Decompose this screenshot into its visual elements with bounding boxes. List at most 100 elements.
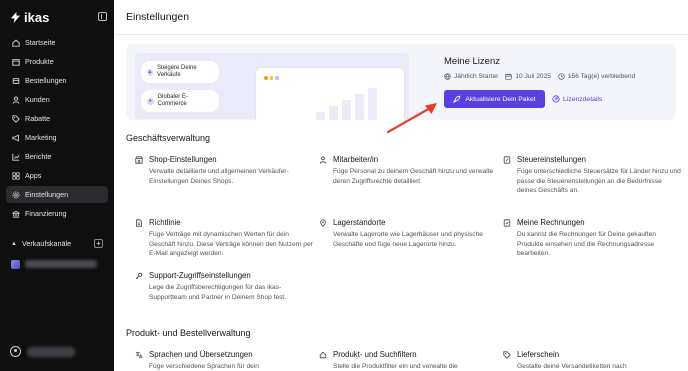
user-name-redacted bbox=[27, 346, 75, 357]
item-title: Shop-Einstellungen bbox=[149, 155, 217, 164]
rocket-circle-icon bbox=[552, 95, 560, 103]
chip-label: Globaler E-Commerce bbox=[157, 94, 188, 107]
sidebar-item-berichte[interactable]: Berichte bbox=[6, 148, 108, 165]
main-content: Einstellungen ▲ Steigere Deine Verkäufe … bbox=[114, 0, 688, 371]
user-profile[interactable] bbox=[10, 346, 75, 357]
item-description: Lege die Zugriffsberechtigungen für das … bbox=[149, 284, 287, 301]
sidebar-item-einstellungen[interactable]: Einstellungen bbox=[6, 186, 108, 203]
item-description: Füge Verträge mit dynamischen Werten für… bbox=[149, 231, 313, 257]
sidebar: ikas Startseite Produkte Bestellungen Ku… bbox=[0, 0, 114, 371]
sidebar-item-label: Berichte bbox=[25, 152, 52, 161]
person-icon bbox=[318, 155, 327, 164]
sidebar-item-label: Apps bbox=[25, 171, 42, 180]
chevron-up-icon: ▲ bbox=[11, 240, 17, 247]
tag-icon bbox=[502, 350, 511, 359]
settings-item-languages[interactable]: Sprachen und Übersetzungen Füge verschie… bbox=[134, 350, 314, 371]
document-icon bbox=[134, 218, 143, 227]
feature-chip: ▲ Steigere Deine Verkäufe bbox=[141, 61, 219, 83]
item-title: Sprachen und Übersetzungen bbox=[149, 350, 253, 359]
sidebar-item-label: Bestellungen bbox=[25, 76, 67, 85]
item-title: Meine Rechnungen bbox=[517, 218, 585, 227]
gear-icon bbox=[12, 191, 20, 199]
chart-icon bbox=[12, 153, 20, 161]
settings-item-staff[interactable]: Mitarbeiter/in Füge Personal zu deinem G… bbox=[318, 155, 498, 186]
sales-channel-item[interactable] bbox=[11, 259, 101, 269]
sidebar-item-finanzierung[interactable]: Finanzierung bbox=[6, 205, 108, 222]
license-plan: Jährlich Starter bbox=[454, 73, 499, 80]
item-description: Verwalte detaillierte und allgemeinen Ve… bbox=[149, 168, 289, 185]
sidebar-item-label: Einstellungen bbox=[25, 190, 69, 199]
settings-item-filters[interactable]: Produkt- und Suchfiltern Stelle die Prod… bbox=[318, 350, 498, 371]
item-title: Steuereinstellungen bbox=[517, 155, 586, 164]
settings-item-shop[interactable]: Shop-Einstellungen Verwalte detaillierte… bbox=[134, 155, 314, 186]
location-pin-icon bbox=[318, 218, 327, 227]
item-title: Support-Zugriffseinstellungen bbox=[149, 271, 251, 280]
sales-channels-toggle[interactable]: ▲ Verkaufskanäle bbox=[11, 239, 71, 248]
red-arrow-annotation bbox=[386, 103, 437, 134]
item-description: Gestalte deine Versandetiketten nach bbox=[517, 363, 627, 370]
chip-label: Steigere Deine Verkäufe bbox=[157, 65, 197, 78]
apps-icon bbox=[12, 171, 20, 180]
section-title: Produkt- und Bestellverwaltung bbox=[126, 328, 251, 338]
license-title: Meine Lizenz bbox=[444, 56, 500, 67]
key-icon bbox=[134, 271, 143, 280]
sidebar-item-label: Finanzierung bbox=[25, 209, 67, 218]
tag-icon bbox=[12, 114, 20, 123]
ikas-logo[interactable]: ikas bbox=[10, 10, 49, 25]
avatar-icon bbox=[10, 346, 21, 357]
settings-item-policy[interactable]: Richtlinie Füge Verträge mit dynamischen… bbox=[134, 218, 314, 259]
item-description: Stelle die Produktfilter ein und verwalt… bbox=[333, 363, 458, 370]
collapse-sidebar-icon[interactable] bbox=[98, 12, 107, 21]
page-title: Einstellungen bbox=[126, 11, 190, 23]
sidebar-item-label: Marketing bbox=[25, 133, 57, 142]
window-dots bbox=[264, 76, 279, 80]
sidebar-item-apps[interactable]: Apps bbox=[6, 167, 108, 184]
item-description: Füge unterschiedliche Steuersätze für Lä… bbox=[517, 168, 681, 194]
logo-text: ikas bbox=[24, 10, 50, 25]
receipt-icon bbox=[502, 155, 511, 164]
store-icon bbox=[134, 155, 143, 164]
sidebar-item-marketing[interactable]: Marketing bbox=[6, 129, 108, 146]
license-meta: Jährlich Starter 10 Juli 2025 156 Tag(e)… bbox=[444, 73, 642, 80]
sidebar-item-kunden[interactable]: Kunden bbox=[6, 91, 108, 108]
megaphone-icon bbox=[12, 133, 20, 142]
globe-icon bbox=[444, 73, 451, 80]
dashboard-mockup bbox=[255, 67, 405, 120]
bolt-logo-icon bbox=[10, 12, 21, 23]
license-details-link[interactable]: Lizenzdetails bbox=[552, 95, 602, 103]
sidebar-item-rabatte[interactable]: Rabatte bbox=[6, 110, 108, 127]
calendar-icon bbox=[505, 73, 512, 80]
upgrade-package-button[interactable]: Aktualisiere Dein Paket bbox=[444, 90, 545, 108]
sidebar-item-startseite[interactable]: Startseite bbox=[6, 34, 108, 51]
add-channel-button[interactable]: + bbox=[94, 239, 103, 248]
license-details-label: Lizenzdetails bbox=[563, 95, 603, 103]
clock-icon bbox=[558, 73, 565, 80]
settings-item-locations[interactable]: Lagerstandorte Verwalte Lagerorte wie La… bbox=[318, 218, 498, 249]
sidebar-item-label: Kunden bbox=[25, 95, 50, 104]
sidebar-item-label: Produkte bbox=[25, 57, 54, 66]
license-remaining: 156 Tag(e) verbleibend bbox=[567, 73, 636, 80]
settings-item-delivery-note[interactable]: Lieferschein Gestalte deine Versandetike… bbox=[502, 350, 682, 371]
sidebar-item-label: Rabatte bbox=[25, 114, 51, 123]
sidebar-item-bestellungen[interactable]: Bestellungen bbox=[6, 72, 108, 89]
item-title: Mitarbeiter/in bbox=[333, 155, 379, 164]
channel-name-redacted bbox=[25, 260, 97, 268]
filter-icon bbox=[318, 350, 327, 359]
sidebar-item-produkte[interactable]: Produkte bbox=[6, 53, 108, 70]
settings-item-support-access[interactable]: Support-Zugriffseinstellungen Lege die Z… bbox=[134, 271, 314, 302]
bank-icon bbox=[12, 210, 20, 218]
settings-item-invoices[interactable]: Meine Rechnungen Du kannst die Rechnunge… bbox=[502, 218, 682, 259]
mockup-bars bbox=[316, 86, 386, 120]
header-divider bbox=[114, 34, 688, 35]
upgrade-button-label: Aktualisiere Dein Paket bbox=[465, 95, 536, 103]
item-title: Produkt- und Suchfiltern bbox=[333, 350, 417, 359]
item-title: Richtlinie bbox=[149, 218, 181, 227]
channel-icon bbox=[11, 259, 20, 269]
item-description: Füge Personal zu deinem Geschäft hinzu u… bbox=[333, 168, 494, 185]
sales-channels-label: Verkaufskanäle bbox=[21, 239, 72, 248]
settings-item-taxes[interactable]: Steuereinstellungen Füge unterschiedlich… bbox=[502, 155, 682, 196]
item-description: Du kannst die Rechnungen für Deine gekau… bbox=[517, 231, 656, 257]
home-icon bbox=[12, 39, 20, 47]
feature-chip: ● Globaler E-Commerce bbox=[141, 90, 219, 112]
section-title: Geschäftsverwaltung bbox=[126, 133, 211, 143]
